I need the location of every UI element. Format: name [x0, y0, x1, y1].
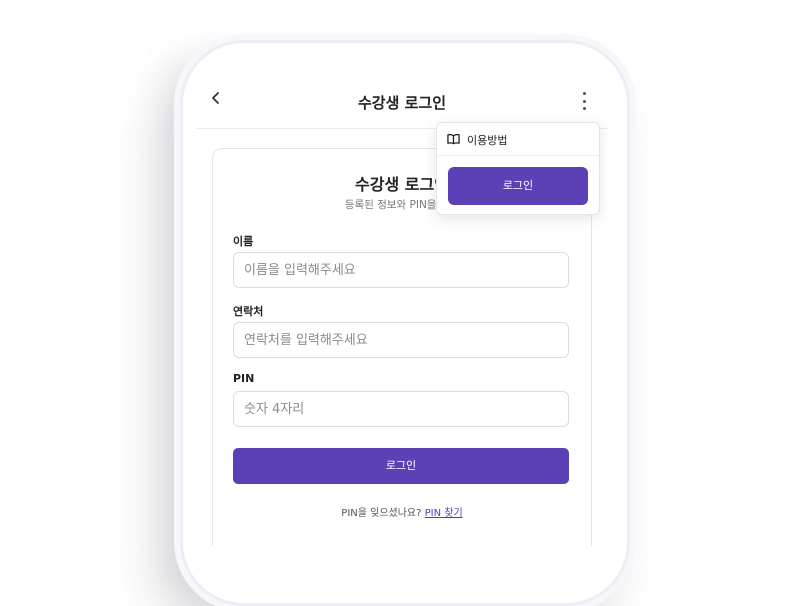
- pin-label: PIN: [233, 372, 255, 385]
- book-open-icon: [447, 133, 460, 145]
- pin-input[interactable]: [233, 391, 569, 427]
- phone-input[interactable]: [233, 322, 569, 358]
- page-title: 수강생 로그인: [357, 94, 447, 112]
- forgot-pin-text: PIN을 잊으셨나요?: [341, 508, 422, 519]
- login-button[interactable]: 로그인: [233, 448, 569, 484]
- forgot-pin: PIN을 잊으셨나요? PIN 찾기: [213, 504, 591, 519]
- phone-label: 연락처: [233, 305, 264, 318]
- menu-item-guide[interactable]: 이용방법: [437, 123, 599, 156]
- name-input[interactable]: [233, 252, 569, 288]
- header-dropdown-menu: 이용방법 로그인: [436, 122, 600, 215]
- name-label: 이름: [233, 235, 254, 248]
- app-screen: 수강생 로그인 수강생 로그인 등록된 정보와 PIN을 입력 이름 연락처 P…: [196, 76, 608, 546]
- find-pin-link[interactable]: PIN 찾기: [425, 508, 463, 519]
- more-vertical-icon[interactable]: [580, 92, 588, 110]
- menu-item-guide-label: 이용방법: [467, 134, 508, 147]
- menu-login-button[interactable]: 로그인: [448, 167, 588, 205]
